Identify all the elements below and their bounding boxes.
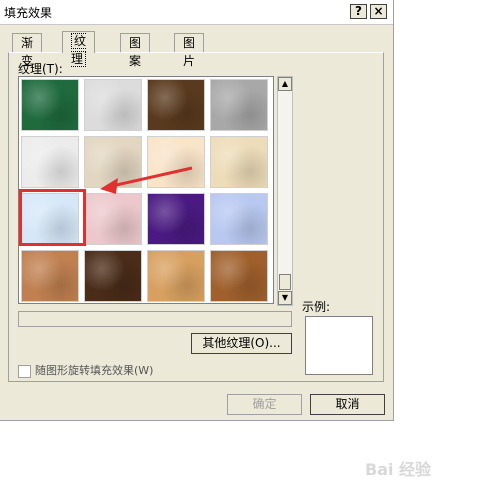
texture-scrollbar[interactable]: ▲ ▼ [277,76,293,306]
sample-preview [305,316,373,375]
tab-gradient[interactable]: 渐变 [12,33,43,68]
texture-tile-green-marble[interactable] [21,79,79,131]
tab-texture-label: 纹理 [71,33,87,67]
rotate-with-shape-row[interactable]: 随图形旋转填充效果(W) [18,362,153,378]
watermark: Bai 经验 [365,460,432,479]
tab-texture[interactable]: 纹理 [62,31,96,67]
texture-tile-white-marble[interactable] [84,79,142,131]
scroll-thumb[interactable] [279,274,291,290]
rotate-with-shape-label: 随图形旋转填充效果(W) [35,364,154,377]
texture-tile-canvas[interactable] [210,136,268,188]
close-button[interactable]: × [370,4,387,19]
texture-label: 纹理(T): [18,62,63,76]
tab-pattern[interactable]: 图案 [120,33,151,68]
fill-effects-dialog: 填充效果 ? × 渐变 纹理 图案 图片 纹理(T): ▲ ▼ 其他纹理(O).… [0,0,394,421]
other-textures-button[interactable]: 其他纹理(O)... [191,333,292,354]
texture-tile-medium-wood[interactable] [210,250,268,302]
texture-tile-paper[interactable] [21,136,79,188]
title-bar: 填充效果 ? × [0,0,393,25]
texture-tile-parchment[interactable] [147,136,205,188]
ok-button[interactable]: 确定 [227,394,302,415]
texture-tile-pink-tissue[interactable] [84,193,142,245]
tab-picture[interactable]: 图片 [174,33,205,68]
sample-label: 示例: [302,300,331,314]
texture-tile-brown-marble[interactable] [147,79,205,131]
texture-grid [18,76,274,304]
texture-tile-purple-mesh[interactable] [147,193,205,245]
cancel-button[interactable]: 取消 [310,394,385,415]
texture-tile-cork[interactable] [21,250,79,302]
scroll-down-icon[interactable]: ▼ [278,291,292,305]
help-button[interactable]: ? [350,4,367,19]
texture-name-field [18,311,292,327]
scroll-up-icon[interactable]: ▲ [278,77,292,91]
texture-tile-granite[interactable] [210,79,268,131]
texture-tile-bouquet[interactable] [210,193,268,245]
texture-tile-oak[interactable] [147,250,205,302]
texture-tile-blue-tissue[interactable] [21,193,79,245]
texture-tile-walnut[interactable] [84,250,142,302]
texture-tile-sand[interactable] [84,136,142,188]
rotate-with-shape-checkbox[interactable] [18,364,31,378]
dialog-title: 填充效果 [4,6,53,20]
